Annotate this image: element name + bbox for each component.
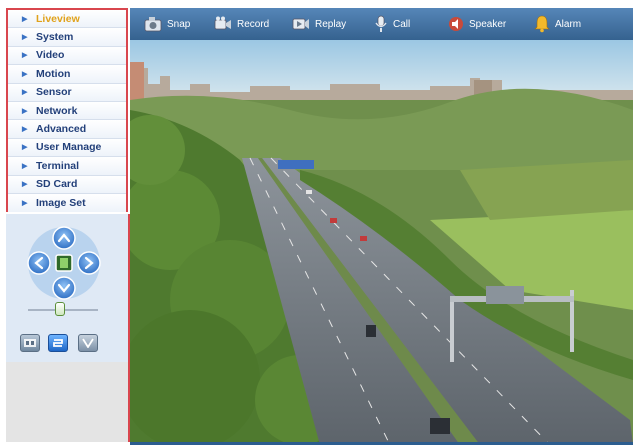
microphone-icon [375,15,387,32]
call-label: Call [393,18,411,30]
menu-item-system[interactable]: ▶ System [8,28,126,47]
speaker-label: Speaker [469,18,507,30]
preset-icon [24,339,36,347]
menu-item-network[interactable]: ▶ Network [8,101,126,121]
menu-item-user-manage[interactable]: ▶ User Manage [8,138,126,158]
camera-icon [144,17,162,32]
zoom-slider-thumb[interactable] [54,302,65,316]
chevron-right-icon: ▶ [22,52,28,60]
side-menu: ▶ Liveview ▶ System ▶ Video ▶ Motion ▶ S… [6,8,128,213]
alarm-label: Alarm [555,18,582,30]
chevron-right-icon: ▶ [22,144,28,152]
pan-left-button[interactable] [27,251,51,275]
camera-view-image [130,40,633,445]
menu-item-label: Liveview [36,12,80,25]
bell-icon [534,15,550,33]
ptz-cruise-button[interactable] [48,334,68,352]
ptz-panel-footer [6,362,128,442]
ptz-control-panel [6,214,130,442]
ptz-direction-pad [27,226,101,300]
menu-item-label: Video [36,49,65,62]
menu-item-label: SD Card [36,178,78,191]
record-label: Record [237,18,270,30]
alarm-button[interactable]: Alarm [534,8,581,40]
speaker-icon [449,17,463,31]
chevron-right-icon: ▶ [22,89,28,97]
menu-item-label: User Manage [36,141,102,154]
chevron-right-icon: ▶ [22,126,28,134]
menu-item-label: System [36,31,74,44]
snap-label: Snap [167,18,191,30]
pan-right-button[interactable] [77,251,101,275]
menu-item-label: Image Set [36,197,86,210]
replay-icon [292,18,309,30]
replay-button[interactable]: Replay [292,8,346,40]
chevron-right-icon: ▶ [22,162,28,170]
video-camera-icon [214,16,231,30]
menu-item-motion[interactable]: ▶ Motion [8,65,126,84]
menu-item-label: Advanced [36,123,87,136]
menu-item-advanced[interactable]: ▶ Advanced [8,120,126,139]
chevron-right-icon: ▶ [22,34,28,42]
menu-item-video[interactable]: ▶ Video [8,46,126,66]
menu-item-terminal[interactable]: ▶ Terminal [8,157,126,176]
chevron-right-icon: ▶ [22,181,28,189]
center-icon [60,258,68,268]
call-button[interactable]: Call [374,8,410,40]
live-video-feed[interactable] [130,40,633,445]
speaker-button[interactable]: Speaker [448,8,506,40]
pan-up-button[interactable] [52,226,76,250]
ptz-center-button[interactable] [55,254,73,272]
menu-item-liveview[interactable]: ▶ Liveview [8,10,126,29]
flip-icon [82,338,94,348]
menu-item-label: Terminal [36,159,79,172]
menu-item-sd-card[interactable]: ▶ SD Card [8,175,126,194]
record-button[interactable]: Record [214,8,269,40]
pan-down-button[interactable] [52,276,76,300]
video-toolbar: Snap Record Replay Call Speaker Alarm [130,8,633,40]
chevron-right-icon: ▶ [22,15,28,23]
cruise-icon [53,339,63,347]
ptz-flip-button[interactable] [78,334,98,352]
chevron-right-icon: ▶ [22,70,28,78]
menu-item-sensor[interactable]: ▶ Sensor [8,83,126,102]
replay-label: Replay [315,18,347,30]
ptz-preset-button[interactable] [20,334,40,352]
menu-item-label: Motion [36,67,71,80]
menu-item-label: Sensor [36,86,72,99]
menu-item-image-set[interactable]: ▶ Image Set [8,193,126,213]
menu-item-label: Network [36,104,78,117]
chevron-right-icon: ▶ [22,200,28,208]
snap-button[interactable]: Snap [144,8,190,40]
chevron-right-icon: ▶ [22,107,28,115]
